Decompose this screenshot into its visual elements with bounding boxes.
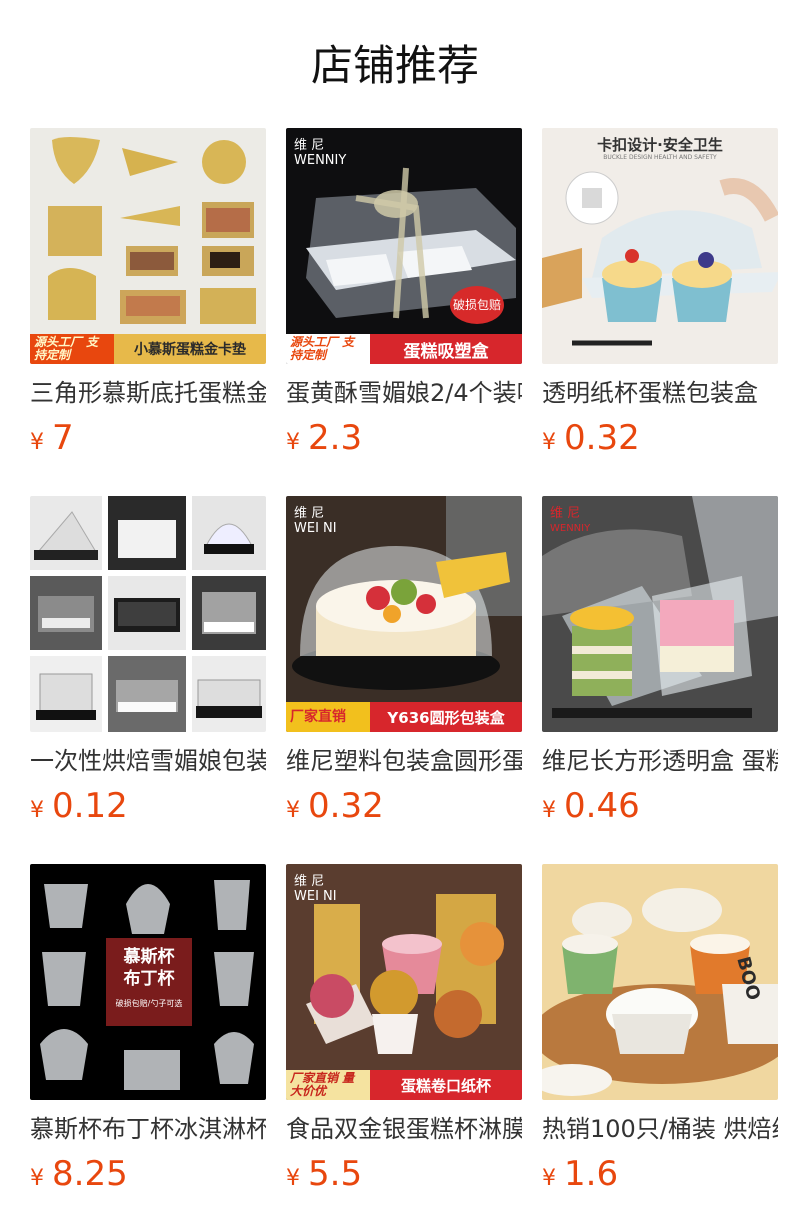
badge-left-text: 源头工厂 支持定制 bbox=[30, 334, 114, 364]
product-name[interactable]: 维尼长方形透明盒 蛋糕盒 bbox=[542, 744, 778, 778]
product-name[interactable]: 蛋黄酥雪媚娘2/4个装吸塑盒 bbox=[286, 376, 522, 410]
paper-cups-illustration bbox=[306, 894, 504, 1054]
cupcake-box-illustration bbox=[542, 171, 778, 346]
round-cake-box-illustration bbox=[292, 496, 522, 690]
product-image[interactable]: 维 尼 WENNIY bbox=[542, 496, 778, 732]
product-name[interactable]: 热销100只/桶装 烘焙纸杯 bbox=[542, 1112, 778, 1146]
variant-photo bbox=[30, 656, 102, 732]
product-name[interactable]: 三角形慕斯底托蛋糕金卡垫 bbox=[30, 376, 266, 410]
currency-symbol: ¥ bbox=[286, 798, 300, 823]
center-label-panel: 慕斯杯 布丁杯 破损包赔/勺子可选 bbox=[106, 938, 192, 1026]
price-value: 0.46 bbox=[564, 786, 640, 826]
product-image[interactable] bbox=[30, 496, 266, 732]
variant-photo bbox=[192, 496, 266, 570]
product-name[interactable]: 慕斯杯布丁杯冰淇淋杯 bbox=[30, 1112, 266, 1146]
product-price: ¥0.32 bbox=[542, 416, 778, 466]
currency-symbol: ¥ bbox=[542, 430, 556, 455]
currency-symbol: ¥ bbox=[542, 1166, 556, 1191]
variant-photo bbox=[192, 656, 266, 732]
promo-badge: 源头工厂 支持定制 小慕斯蛋糕金卡垫 bbox=[30, 334, 266, 364]
product-price: ¥1.6 bbox=[542, 1152, 778, 1202]
page-title: 店铺推荐 bbox=[310, 41, 479, 90]
center-line-1: 慕斯杯 bbox=[123, 947, 175, 967]
price-value: 2.3 bbox=[308, 418, 363, 458]
badge-right-text: 小慕斯蛋糕金卡垫 bbox=[114, 334, 266, 364]
product-price: ¥5.5 bbox=[286, 1152, 522, 1202]
price-value: 0.32 bbox=[564, 418, 640, 458]
variant-photo bbox=[108, 576, 186, 650]
badge-left-text: 厂家直销 bbox=[286, 702, 370, 732]
currency-symbol: ¥ bbox=[286, 430, 300, 455]
variant-photo bbox=[192, 576, 266, 650]
variant-photo bbox=[30, 496, 102, 570]
product-card[interactable]: BOO 热销100只/桶装 烘焙纸杯 ¥1.6 bbox=[542, 864, 778, 1202]
product-image[interactable]: 维 尼 WENNIY 破损包赔 源头工厂 支持定制 蛋糕吸塑盒 bbox=[286, 128, 522, 364]
currency-symbol: ¥ bbox=[30, 1166, 44, 1191]
variant-photo bbox=[108, 496, 186, 570]
product-image[interactable]: 源头工厂 支持定制 小慕斯蛋糕金卡垫 bbox=[30, 128, 266, 364]
center-subtext: 破损包赔/勺子可选 bbox=[115, 999, 183, 1008]
price-value: 1.6 bbox=[564, 1154, 619, 1194]
variant-photo bbox=[30, 576, 102, 650]
promo-badge: 厂家直销 量大价优 蛋糕卷口纸杯 bbox=[286, 1070, 522, 1100]
currency-symbol: ¥ bbox=[30, 798, 44, 823]
price-value: 8.25 bbox=[52, 1154, 128, 1194]
product-name[interactable]: 维尼塑料包装盒圆形蛋糕盒 bbox=[286, 744, 522, 778]
product-image[interactable]: 维 尼 WEI NI 厂家直销 Y636圆形包装盒 bbox=[286, 496, 522, 732]
product-card[interactable]: 慕斯杯 布丁杯 破损包赔/勺子可选 慕斯杯布丁杯冰淇淋杯 ¥8.25 bbox=[30, 864, 266, 1202]
product-image[interactable]: BOO bbox=[542, 864, 778, 1100]
product-price: ¥7 bbox=[30, 416, 266, 466]
sticker: 破损包赔 bbox=[450, 286, 504, 324]
product-name[interactable]: 一次性烘焙雪媚娘包装盒 bbox=[30, 744, 266, 778]
product-image[interactable]: 卡扣设计·安全卫生 BUCKLE DESIGN HEALTH AND SAFET… bbox=[542, 128, 778, 364]
product-name[interactable]: 食品双金银蛋糕杯淋膜纸杯 bbox=[286, 1112, 522, 1146]
currency-symbol: ¥ bbox=[286, 1166, 300, 1191]
product-price: ¥0.46 bbox=[542, 784, 778, 834]
loaf-cake-box-illustration bbox=[542, 496, 778, 718]
product-price: ¥0.12 bbox=[30, 784, 266, 834]
badge-left-text: 厂家直销 量大价优 bbox=[286, 1070, 370, 1100]
product-price: ¥8.25 bbox=[30, 1152, 266, 1202]
price-value: 0.12 bbox=[52, 786, 128, 826]
product-price: ¥0.32 bbox=[286, 784, 522, 834]
promo-badge: 源头工厂 支持定制 蛋糕吸塑盒 bbox=[286, 334, 522, 364]
product-image[interactable]: 维 尼 WEI NI 厂家直销 量大价优 蛋糕卷口纸杯 bbox=[286, 864, 522, 1100]
product-image[interactable]: 慕斯杯 布丁杯 破损包赔/勺子可选 bbox=[30, 864, 266, 1100]
product-card[interactable]: 一次性烘焙雪媚娘包装盒 ¥0.12 bbox=[30, 496, 266, 834]
price-value: 0.32 bbox=[308, 786, 384, 826]
variant-photo bbox=[108, 656, 186, 732]
badge-right-text: Y636圆形包装盒 bbox=[370, 702, 522, 732]
price-value: 5.5 bbox=[308, 1154, 363, 1194]
badge-right-text: 蛋糕吸塑盒 bbox=[370, 334, 522, 364]
product-card[interactable]: 维 尼 WENNIY 维尼长方形透明盒 蛋糕盒 ¥0.46 bbox=[542, 496, 778, 834]
product-card[interactable]: 维 尼 WEI NI 厂家直销 Y636圆形包装盒 维尼塑料包装盒圆形蛋糕盒 bbox=[286, 496, 522, 834]
badge-left-text: 源头工厂 支持定制 bbox=[286, 334, 370, 364]
product-card[interactable]: 源头工厂 支持定制 小慕斯蛋糕金卡垫 三角形慕斯底托蛋糕金卡垫 ¥7 bbox=[30, 128, 266, 466]
center-line-2: 布丁杯 bbox=[123, 969, 175, 989]
gold-board-shapes-illustration bbox=[48, 137, 256, 324]
promo-badge: 厂家直销 Y636圆形包装盒 bbox=[286, 702, 522, 732]
currency-symbol: ¥ bbox=[30, 430, 44, 455]
product-name[interactable]: 透明纸杯蛋糕包装盒 bbox=[542, 376, 778, 410]
product-card[interactable]: 卡扣设计·安全卫生 BUCKLE DESIGN HEALTH AND SAFET… bbox=[542, 128, 778, 466]
currency-symbol: ¥ bbox=[542, 798, 556, 823]
price-value: 7 bbox=[52, 418, 74, 458]
product-price: ¥2.3 bbox=[286, 416, 522, 466]
badge-right-text: 蛋糕卷口纸杯 bbox=[370, 1070, 522, 1100]
product-card[interactable]: 维 尼 WEI NI 厂家直销 量大价优 蛋糕卷口纸杯 食品双金银蛋糕杯淋膜纸杯 bbox=[286, 864, 522, 1202]
product-card[interactable]: 维 尼 WENNIY 破损包赔 源头工厂 支持定制 蛋糕吸塑盒 蛋黄酥雪媚娘2/… bbox=[286, 128, 522, 466]
